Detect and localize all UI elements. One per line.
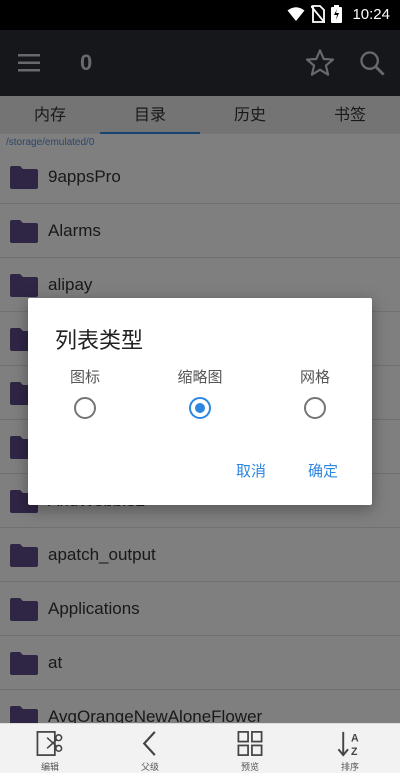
parent-label: 父级 (140, 763, 159, 773)
preview-button[interactable]: 预览 (200, 724, 300, 773)
wifi-icon (287, 7, 305, 21)
cancel-button[interactable]: 取消 (236, 460, 266, 481)
edit-cut-icon (36, 731, 63, 756)
radio-thumbnail-view[interactable] (189, 397, 211, 419)
battery-charging-icon (331, 5, 343, 23)
option-grid[interactable]: 网格 (265, 366, 365, 419)
edit-label: 编辑 (40, 763, 59, 773)
chevron-left-icon (142, 731, 156, 756)
no-sim-icon (311, 5, 326, 23)
preview-label: 预览 (240, 763, 259, 773)
sort-label: 排序 (340, 763, 359, 773)
confirm-button[interactable]: 确定 (308, 460, 338, 481)
option-label: 图标 (69, 368, 100, 386)
option-icon[interactable]: 图标 (35, 366, 135, 419)
option-label: 缩略图 (177, 368, 223, 386)
option-thumbnail[interactable]: 缩略图 (150, 366, 250, 419)
edit-button[interactable]: 编辑 (0, 724, 100, 773)
svg-text:A: A (351, 733, 359, 745)
radio-grid-view[interactable] (304, 397, 326, 419)
sort-button[interactable]: A Z 排序 (300, 724, 400, 773)
dialog-title: 列表类型 (55, 329, 144, 354)
svg-text:Z: Z (351, 746, 358, 758)
grid-icon (237, 731, 263, 756)
status-bar: 10:24 (0, 0, 400, 30)
status-time: 10:24 (352, 5, 390, 23)
parent-button[interactable]: 父级 (100, 724, 200, 773)
sort-az-icon: A Z (337, 731, 359, 758)
radio-icon-view[interactable] (74, 397, 96, 419)
bottom-toolbar: 编辑 父级 预览 A Z 排序 (0, 723, 400, 773)
list-type-dialog: 列表类型 图标 缩略图 网格 取消 确定 (28, 298, 372, 505)
option-label: 网格 (299, 368, 330, 386)
